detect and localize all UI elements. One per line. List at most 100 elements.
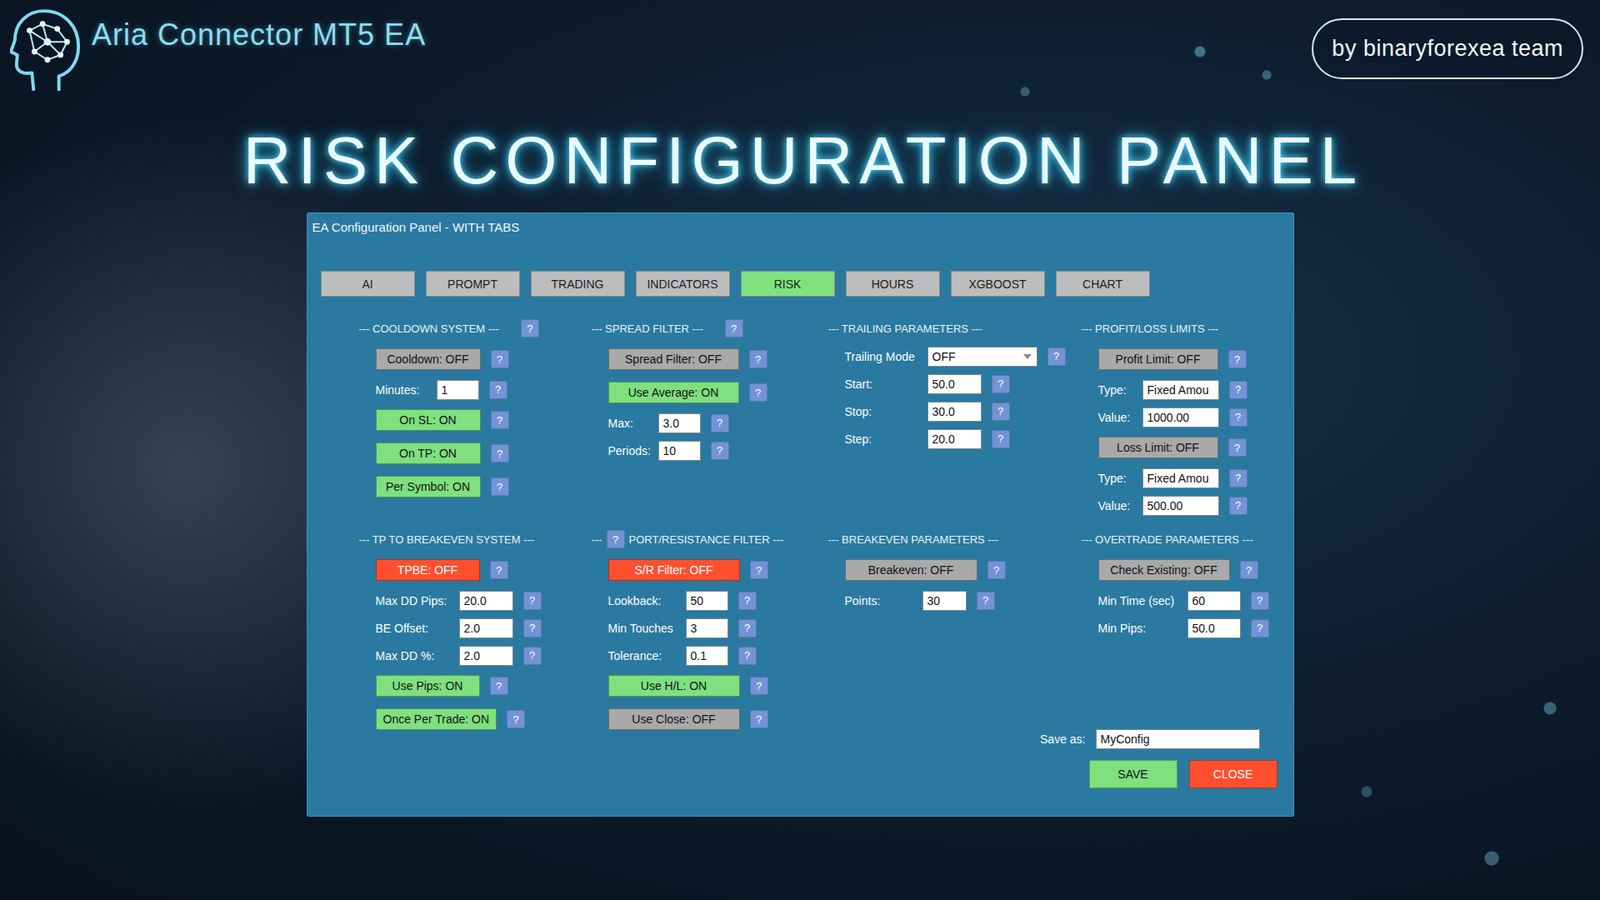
toggle-button[interactable]: On SL: ON bbox=[375, 409, 481, 431]
tab[interactable]: HOURS bbox=[845, 270, 940, 297]
setting-row: Type:Fixed Amou? bbox=[1081, 467, 1278, 489]
tab[interactable]: XGBOOST bbox=[950, 270, 1045, 297]
help-button[interactable]: ? bbox=[490, 560, 509, 580]
help-button[interactable]: ? bbox=[606, 530, 625, 549]
tab[interactable]: PROMPT bbox=[425, 270, 520, 297]
help-button[interactable]: ? bbox=[489, 380, 508, 400]
setting-row: Periods:10? bbox=[591, 440, 829, 461]
help-button[interactable]: ? bbox=[738, 591, 757, 610]
help-button[interactable]: ? bbox=[523, 591, 542, 610]
field-label: Min Pips: bbox=[1098, 621, 1188, 635]
text-field[interactable]: Fixed Amou bbox=[1142, 380, 1220, 400]
help-button[interactable]: ? bbox=[1240, 560, 1259, 580]
help-button[interactable]: ? bbox=[490, 350, 510, 369]
help-button[interactable]: ? bbox=[523, 619, 542, 638]
help-button[interactable]: ? bbox=[1229, 408, 1248, 427]
help-button[interactable]: ? bbox=[1250, 591, 1270, 610]
tab[interactable]: INDICATORS bbox=[635, 270, 730, 297]
setting-row: Stop:30.0? bbox=[828, 400, 1082, 422]
help-button[interactable]: ? bbox=[976, 591, 995, 610]
toggle-button[interactable]: Breakeven: OFF bbox=[845, 559, 978, 581]
toggle-button[interactable]: Once Per Trade: ON bbox=[375, 708, 498, 730]
section-header: --- OVERTRADE PARAMETERS --- bbox=[1081, 530, 1278, 549]
settings-section: ---?PORT/RESISTANCE FILTER ---S/R Filter… bbox=[591, 530, 829, 733]
tab[interactable]: TRADING bbox=[530, 270, 625, 297]
toggle-button[interactable]: Loss Limit: OFF bbox=[1098, 436, 1219, 459]
section-header: --- BREAKEVEN PARAMETERS --- bbox=[828, 530, 1082, 549]
help-button[interactable]: ? bbox=[987, 560, 1006, 580]
tab[interactable]: CHART bbox=[1055, 270, 1150, 297]
help-button[interactable]: ? bbox=[738, 619, 757, 638]
help-button[interactable]: ? bbox=[523, 646, 542, 665]
tab[interactable]: RISK bbox=[740, 270, 835, 297]
text-field[interactable]: 10 bbox=[658, 440, 701, 461]
help-button[interactable]: ? bbox=[490, 477, 510, 496]
text-field[interactable]: 20.0 bbox=[459, 590, 514, 611]
text-field[interactable]: 50.0 bbox=[927, 374, 982, 395]
text-field[interactable]: 50.0 bbox=[1187, 618, 1241, 639]
text-field[interactable]: 3.0 bbox=[658, 413, 701, 434]
toggle-button[interactable]: TPBE: OFF bbox=[375, 559, 480, 581]
help-button[interactable]: ? bbox=[1047, 347, 1066, 366]
setting-row: Value:500.00? bbox=[1081, 495, 1278, 516]
help-button[interactable]: ? bbox=[750, 710, 769, 729]
help-button[interactable]: ? bbox=[1228, 438, 1247, 457]
help-button[interactable]: ? bbox=[710, 414, 730, 433]
help-button[interactable]: ? bbox=[1250, 619, 1270, 638]
save-as-field[interactable]: MyConfig bbox=[1095, 729, 1260, 750]
toggle-button[interactable]: Use Pips: ON bbox=[375, 675, 480, 697]
toggle-button[interactable]: Cooldown: OFF bbox=[375, 348, 481, 370]
toggle-button[interactable]: Use Close: OFF bbox=[608, 708, 740, 730]
toggle-button[interactable]: Use Average: ON bbox=[608, 381, 740, 404]
help-button[interactable]: ? bbox=[991, 375, 1010, 394]
page: Aria Connector MT5 EAby binaryforexea te… bbox=[0, 0, 1600, 900]
help-button[interactable]: ? bbox=[490, 444, 510, 463]
text-field[interactable]: 2.0 bbox=[459, 645, 514, 666]
settings-section: --- OVERTRADE PARAMETERS --- Check Existi… bbox=[1081, 530, 1278, 639]
help-button[interactable]: ? bbox=[749, 383, 768, 402]
help-button[interactable]: ? bbox=[738, 646, 757, 665]
text-field[interactable]: 20.0 bbox=[927, 429, 982, 450]
help-button[interactable]: ? bbox=[1229, 496, 1248, 515]
help-button[interactable]: ? bbox=[490, 410, 510, 430]
toggle-button[interactable]: On TP: ON bbox=[375, 442, 481, 465]
text-field[interactable]: 30.0 bbox=[927, 401, 982, 422]
text-field[interactable]: 2.0 bbox=[459, 618, 514, 639]
setting-row: Per Symbol: ON? bbox=[359, 473, 592, 500]
help-button[interactable]: ? bbox=[1229, 469, 1248, 488]
text-field[interactable]: 1 bbox=[436, 380, 480, 400]
help-button[interactable]: ? bbox=[1229, 380, 1248, 400]
text-field[interactable]: 500.00 bbox=[1142, 495, 1220, 516]
text-field[interactable]: 60 bbox=[1187, 590, 1241, 611]
dropdown[interactable]: OFF bbox=[927, 346, 1038, 367]
toggle-button[interactable]: Check Existing: OFF bbox=[1098, 559, 1230, 581]
help-button[interactable]: ? bbox=[520, 319, 540, 338]
help-button[interactable]: ? bbox=[490, 676, 509, 695]
text-field[interactable]: 0.1 bbox=[685, 645, 729, 666]
help-button[interactable]: ? bbox=[750, 560, 769, 580]
help-button[interactable]: ? bbox=[710, 441, 730, 460]
help-button[interactable]: ? bbox=[749, 350, 768, 369]
toggle-button[interactable]: Per Symbol: ON bbox=[375, 475, 481, 498]
help-button[interactable]: ? bbox=[1228, 350, 1247, 369]
text-field[interactable]: Fixed Amou bbox=[1142, 468, 1220, 489]
toggle-button[interactable]: S/R Filter: OFF bbox=[608, 559, 740, 581]
settings-section: --- COOLDOWN SYSTEM ---?Cooldown: OFF?Mi… bbox=[359, 319, 592, 500]
action-button[interactable]: CLOSE bbox=[1189, 760, 1278, 789]
text-field[interactable]: 1000.00 bbox=[1142, 407, 1220, 428]
section-header: --- PROFIT/LOSS LIMITS --- bbox=[1081, 319, 1278, 338]
toggle-button[interactable]: Profit Limit: OFF bbox=[1098, 348, 1219, 370]
help-button[interactable]: ? bbox=[991, 430, 1010, 449]
help-button[interactable]: ? bbox=[750, 676, 769, 695]
tab[interactable]: AI bbox=[320, 270, 415, 297]
text-field[interactable]: 50 bbox=[685, 590, 729, 611]
action-button[interactable]: SAVE bbox=[1089, 760, 1178, 789]
toggle-button[interactable]: Use H/L: ON bbox=[608, 675, 740, 697]
help-button[interactable]: ? bbox=[991, 402, 1010, 421]
text-field[interactable]: 30 bbox=[922, 590, 967, 611]
help-button[interactable]: ? bbox=[725, 319, 744, 338]
dropdown-value: OFF bbox=[932, 350, 956, 364]
help-button[interactable]: ? bbox=[506, 710, 525, 729]
toggle-button[interactable]: Spread Filter: OFF bbox=[608, 348, 740, 370]
text-field[interactable]: 3 bbox=[685, 618, 729, 639]
